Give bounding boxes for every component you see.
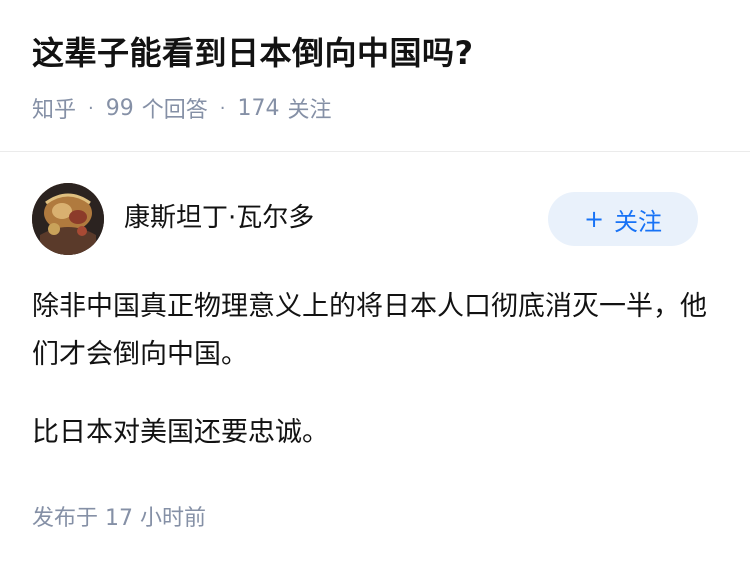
publish-label: 发布于 — [32, 506, 99, 531]
avatar[interactable] — [32, 183, 104, 255]
answer-card: 康斯坦丁·瓦尔多 + 关注 除非中国真正物理意义上的将日本人口彻底消灭一半，他们… — [32, 183, 718, 457]
follow-label: 关注 — [614, 207, 663, 236]
publish-time-value: 17 小时前 — [105, 506, 207, 531]
author-name[interactable]: 康斯坦丁·瓦尔多 — [124, 197, 314, 234]
answer-paragraph: 比日本对美国还要忠诚。 — [32, 417, 329, 448]
answer-paragraph: 除非中国真正物理意义上的将日本人口彻底消灭一半，他们才会倒向中国。 — [32, 291, 707, 370]
zhihu-question-page: 这辈子能看到日本倒向中国吗? 知乎 · 99 个回答 · 174 关注 康斯坦丁… — [0, 0, 750, 566]
question-meta: 知乎 · 99 个回答 · 174 关注 — [32, 92, 718, 124]
answers-count: 99 — [105, 95, 134, 121]
divider — [0, 151, 750, 152]
separator-dot: · — [219, 97, 226, 119]
follow-button[interactable]: + 关注 — [548, 192, 698, 246]
author-row: 康斯坦丁·瓦尔多 + 关注 — [32, 183, 718, 255]
question-title[interactable]: 这辈子能看到日本倒向中国吗? — [32, 34, 718, 72]
publish-time: 发布于 17 小时前 — [32, 500, 206, 532]
question-header: 这辈子能看到日本倒向中国吗? 知乎 · 99 个回答 · 174 关注 — [32, 34, 718, 124]
plus-icon: + — [583, 205, 605, 233]
avatar-image-icon — [32, 183, 104, 255]
answer-content[interactable]: 除非中国真正物理意义上的将日本人口彻底消灭一半，他们才会倒向中国。 比日本对美国… — [32, 283, 718, 457]
answers-label: 个回答 — [141, 98, 208, 124]
followers-count: 174 — [237, 95, 280, 121]
source-label[interactable]: 知乎 — [32, 92, 76, 124]
followers-label: 关注 — [287, 98, 332, 124]
separator-dot: · — [88, 97, 94, 119]
